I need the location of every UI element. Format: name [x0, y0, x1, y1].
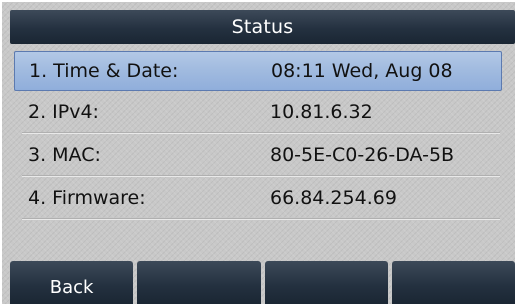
item-label: 1. Time & Date:	[29, 60, 179, 82]
item-value: 08:11 Wed, Aug 08	[271, 60, 453, 82]
softkey-2[interactable]	[137, 261, 261, 304]
item-value: 66.84.254.69	[270, 186, 397, 209]
softkey-3[interactable]	[264, 261, 388, 304]
softkey-bar: Back	[10, 261, 515, 304]
list-item-firmware[interactable]: 4. Firmware: 66.84.254.69	[14, 178, 502, 217]
item-value: 80-5E-C0-26-DA-5B	[270, 143, 455, 166]
item-label: 2. IPv4:	[28, 100, 99, 123]
list-item-time-date[interactable]: 1. Time & Date: 08:11 Wed, Aug 08	[14, 51, 502, 91]
item-value: 10.81.6.32	[270, 100, 373, 123]
item-label: 3. MAC:	[28, 143, 101, 166]
page-title: Status	[231, 16, 294, 38]
back-softkey[interactable]: Back	[10, 261, 134, 304]
row-divider	[22, 219, 500, 220]
title-bar: Status	[10, 10, 515, 44]
softkey-4[interactable]	[391, 261, 515, 304]
phone-screen: Status 1. Time & Date: 08:11 Wed, Aug 08…	[2, 2, 515, 304]
row-divider	[22, 176, 500, 177]
list-item-ipv4[interactable]: 2. IPv4: 10.81.6.32	[14, 92, 502, 131]
row-divider	[22, 133, 500, 134]
item-label: 4. Firmware:	[28, 186, 146, 209]
list-item-mac[interactable]: 3. MAC: 80-5E-C0-26-DA-5B	[14, 135, 502, 174]
